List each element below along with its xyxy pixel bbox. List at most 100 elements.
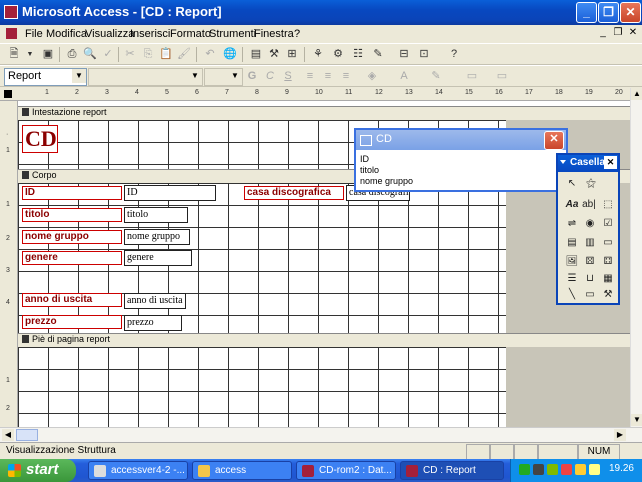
special-effect-icon[interactable]: ▭ (494, 69, 510, 84)
field-genere[interactable]: genere (124, 250, 192, 266)
report-doc-icon[interactable] (6, 28, 17, 39)
builder-icon[interactable]: ✎ (370, 47, 386, 62)
toolbox-icon[interactable]: ⚒ (266, 47, 282, 62)
field-titolo[interactable]: titolo (124, 207, 188, 223)
toolbox-close-button[interactable]: ✕ (604, 156, 617, 169)
format-painter-icon[interactable]: 🖌 (176, 47, 192, 62)
list-box-icon[interactable]: ▥ (582, 235, 598, 251)
field-prezzo[interactable]: prezzo (124, 315, 182, 331)
menu-strumenti[interactable]: Strumenti (209, 28, 256, 40)
field-list-close-button[interactable]: ✕ (544, 131, 564, 150)
clock[interactable]: 19.26 (609, 463, 634, 474)
italic-icon[interactable]: C (262, 69, 278, 84)
taskbar-item-access[interactable]: access (192, 461, 292, 480)
bold-icon[interactable]: G (244, 69, 260, 84)
menu-file[interactable]: File (25, 28, 43, 40)
properties-icon[interactable]: ☷ (350, 47, 366, 62)
label-prezzo[interactable]: prezzo (22, 315, 122, 329)
scroll-up-icon[interactable]: ▲ (631, 88, 642, 100)
autoformat-icon[interactable]: ⚘ (310, 47, 326, 62)
field-nome-gruppo[interactable]: nome gruppo (124, 229, 190, 245)
tray-network-icon[interactable] (519, 464, 530, 475)
view-icon[interactable]: 🗎 (6, 47, 22, 62)
menu-help[interactable]: ? (294, 28, 300, 40)
field-anno-di-uscita[interactable]: anno di uscita (124, 293, 186, 309)
object-combo[interactable]: Report ▼ (4, 68, 87, 86)
toolbox-window[interactable]: Casella ✕ ↖ ⚝ Aa ab| ⬚ ⇌ ◉ ☑ ▤ ▥ ▭ 🖼 ⚄ ⚃… (556, 153, 620, 305)
checkbox-icon[interactable]: ☑ (600, 216, 616, 232)
line-color-icon[interactable]: ✎ (428, 69, 444, 84)
menu-finestra[interactable]: Finestra (254, 28, 294, 40)
band-header-intestazione[interactable]: Intestazione report (18, 106, 630, 121)
image-icon[interactable]: 🖼 (564, 254, 580, 270)
rectangle-tool-icon[interactable]: ▭ (582, 287, 598, 303)
label-genere[interactable]: genere (22, 251, 122, 265)
option-group-icon[interactable]: ⬚ (600, 197, 616, 213)
hyperlink-icon[interactable]: 🌐 (222, 47, 238, 62)
field-list-window[interactable]: CD ✕ ID titolo nome gruppo (354, 128, 568, 192)
subform-icon[interactable]: ▦ (600, 271, 616, 287)
select-report-box[interactable] (4, 90, 12, 98)
copy-icon[interactable]: ⎘ (140, 47, 156, 62)
mdi-minimize-button[interactable]: _ (596, 27, 610, 40)
cut-icon[interactable]: ✂ (122, 47, 138, 62)
mdi-close-button[interactable]: ✕ (626, 27, 640, 40)
band-header-pie-di-pagina[interactable]: Piè di pagina report (18, 333, 630, 348)
sorting-grouping-icon[interactable]: ⊞ (284, 47, 300, 62)
close-button[interactable]: ✕ (620, 2, 641, 23)
field-list-item[interactable]: titolo (360, 165, 379, 175)
scroll-right-icon[interactable]: ▶ (614, 429, 626, 441)
field-id[interactable]: ID (124, 185, 216, 201)
tray-volume-icon[interactable] (589, 464, 600, 475)
maximize-button[interactable]: ❐ (598, 2, 619, 23)
save-icon[interactable]: ▣ (40, 47, 56, 62)
taskbar-item-cd-report[interactable]: CD : Report (400, 461, 504, 480)
help-icon[interactable]: ? (446, 47, 462, 62)
page-break-icon[interactable]: ☰ (564, 271, 580, 287)
control-wizard-icon[interactable]: ⚝ (583, 176, 599, 192)
tray-app-icon[interactable] (575, 464, 586, 475)
option-button-icon[interactable]: ◉ (582, 216, 598, 232)
tray-app-icon[interactable] (547, 464, 558, 475)
align-left-icon[interactable]: ≡ (302, 69, 318, 84)
toggle-button-icon[interactable]: ⇌ (564, 216, 580, 232)
menu-modifica[interactable]: Modifica (46, 28, 87, 40)
line-tool-icon[interactable]: ╲ (564, 287, 580, 303)
report-title-label[interactable]: CD (22, 125, 58, 153)
more-controls-icon[interactable]: ⚒ (600, 287, 616, 303)
select-objects-icon[interactable]: ↖ (564, 176, 580, 192)
menu-formato[interactable]: Formato (170, 28, 211, 40)
undo-icon[interactable]: ↶ (202, 47, 218, 62)
menu-inserisci[interactable]: Inserisci (130, 28, 170, 40)
new-object-icon[interactable]: ⊡ (416, 47, 432, 62)
paste-icon[interactable]: 📋 (158, 47, 174, 62)
taskbar-item-accessver[interactable]: accessver4-2 -... (88, 461, 188, 480)
label-tool-icon[interactable]: Aa (564, 197, 580, 213)
label-nome-gruppo[interactable]: nome gruppo (22, 230, 122, 244)
underline-icon[interactable]: S (280, 69, 296, 84)
menu-visualizza[interactable]: Visualizza (85, 28, 134, 40)
font-color-icon[interactable]: A (396, 69, 412, 84)
scroll-thumb[interactable] (16, 429, 38, 441)
align-right-icon[interactable]: ≡ (338, 69, 354, 84)
tray-app-icon[interactable] (533, 464, 544, 475)
fill-color-icon[interactable]: ◈ (364, 69, 380, 84)
font-combo[interactable]: ▼ (88, 68, 203, 86)
chevron-down-icon[interactable] (560, 160, 566, 164)
minimize-button[interactable]: _ (576, 2, 597, 23)
command-button-icon[interactable]: ▭ (600, 235, 616, 251)
print-icon[interactable]: ⎙ (64, 47, 80, 62)
print-preview-icon[interactable]: 🔍 (82, 47, 98, 62)
spelling-icon[interactable]: ✓ (100, 47, 116, 62)
bound-object-icon[interactable]: ⚃ (600, 254, 616, 270)
field-list-item[interactable]: ID (360, 154, 369, 164)
align-center-icon[interactable]: ≡ (320, 69, 336, 84)
label-id[interactable]: ID (22, 186, 122, 200)
database-window-icon[interactable]: ⊟ (396, 47, 412, 62)
start-button[interactable]: start (0, 459, 76, 482)
line-width-icon[interactable]: ▭ (464, 69, 480, 84)
taskbar-item-cd-rom2[interactable]: CD-rom2 : Dat... (296, 461, 396, 480)
horizontal-scrollbar[interactable]: ◀ ▶ (0, 427, 642, 442)
combo-box-icon[interactable]: ▤ (564, 235, 580, 251)
report-footer-section[interactable] (18, 347, 506, 427)
